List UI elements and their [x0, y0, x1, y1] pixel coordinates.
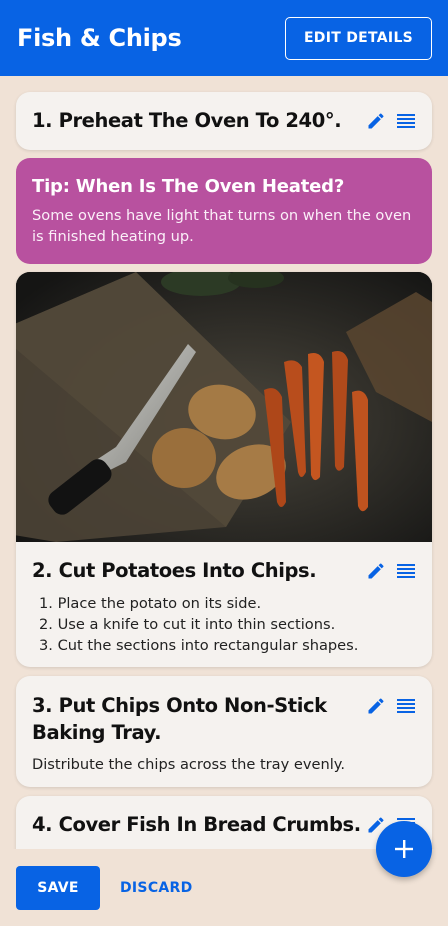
pencil-icon[interactable] — [366, 696, 386, 716]
drag-handle-icon[interactable] — [396, 561, 416, 581]
step-card-4: 4. Cover Fish In Bread Crumbs. — [16, 796, 432, 849]
list-item: 2. Use a knife to cut it into thin secti… — [39, 616, 336, 633]
tip-text: Some ovens have light that turns on when… — [32, 207, 412, 245]
step-card-3: 3. Put Chips Onto Non-Stick Baking Tray.… — [16, 676, 432, 787]
drag-handle-icon[interactable] — [396, 111, 416, 131]
step-title: 3. Put Chips Onto Non-Stick Baking Tray. — [32, 694, 327, 744]
edit-details-button[interactable]: EDIT DETAILS — [285, 16, 432, 60]
step-photo — [16, 272, 432, 542]
drag-handle-icon[interactable] — [396, 696, 416, 716]
plus-icon — [393, 838, 415, 860]
list-item: 3. Cut the sections into rectangular sha… — [39, 637, 359, 654]
tip-title: Tip: When Is The Oven Heated? — [32, 176, 345, 197]
step-title: 4. Cover Fish In Bread Crumbs. — [32, 813, 361, 836]
step-title: 1. Preheat The Oven To 240°. — [32, 109, 342, 132]
pencil-icon[interactable] — [366, 111, 386, 131]
step-text: Distribute the chips across the tray eve… — [32, 756, 345, 773]
step-card-2: 2. Cut Potatoes Into Chips. 1. Place the… — [16, 272, 432, 667]
tip-card: Tip: When Is The Oven Heated? Some ovens… — [16, 158, 432, 264]
instruction-list: 1. Place the potato on its side. 2. Use … — [32, 593, 416, 656]
recipe-title: Fish & Chips — [17, 24, 182, 52]
add-step-button[interactable] — [376, 821, 432, 877]
knife-potatoes-carrots-photo — [16, 272, 432, 542]
save-button[interactable]: SAVE — [16, 865, 100, 910]
app-bar: Fish & Chips EDIT DETAILS — [0, 0, 448, 76]
step-card-1: 1. Preheat The Oven To 240°. — [16, 92, 432, 150]
step-title: 2. Cut Potatoes Into Chips. — [32, 559, 317, 582]
pencil-icon[interactable] — [366, 561, 386, 581]
list-item: 1. Place the potato on its side. — [39, 595, 262, 612]
steps-list[interactable]: 1. Preheat The Oven To 240°. Tip: When I… — [0, 76, 448, 849]
discard-button[interactable]: DISCARD — [120, 880, 193, 896]
